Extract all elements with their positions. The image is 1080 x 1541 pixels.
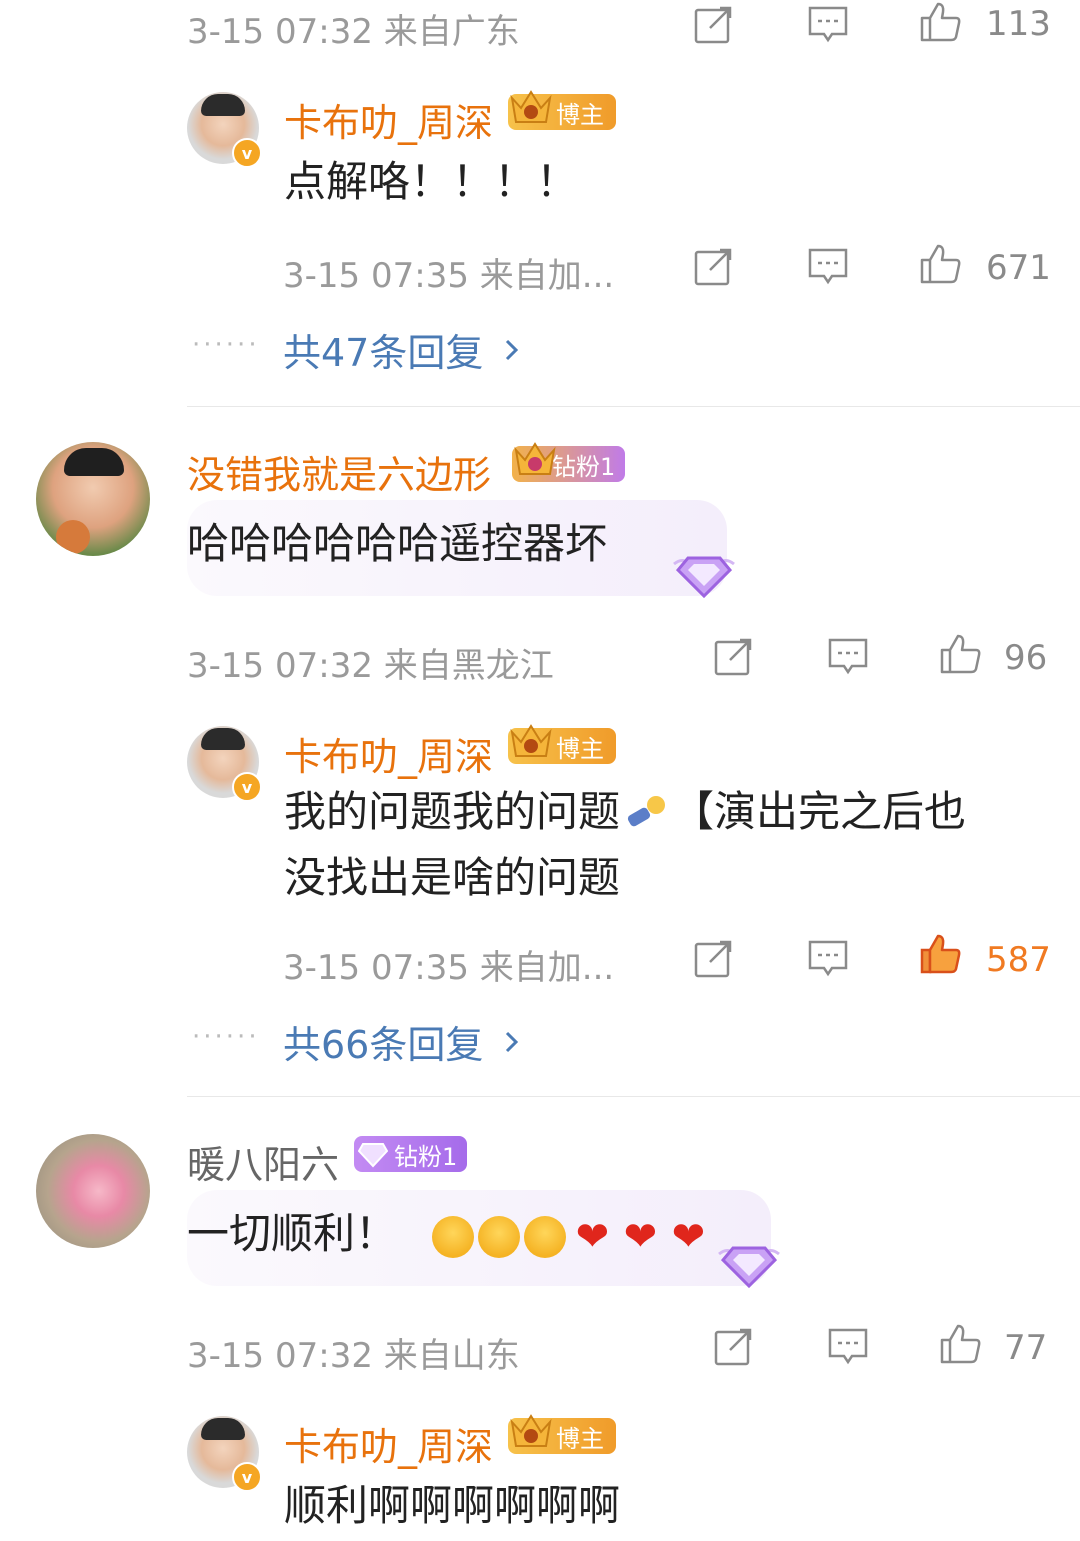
replies-count-label: 共47条回复 bbox=[283, 331, 484, 375]
comment-icon[interactable] bbox=[806, 936, 850, 980]
reply-text: 点解咯！！！！ bbox=[284, 157, 579, 206]
replies-count-label: 共66条回复 bbox=[283, 1023, 484, 1067]
verified-badge: v bbox=[232, 138, 262, 168]
comment-icon[interactable] bbox=[826, 1324, 870, 1368]
badge-label: 钻粉1 bbox=[394, 1142, 458, 1171]
like-count: 77 bbox=[1004, 1328, 1048, 1368]
reply-text-part: 我的问题我的问题 bbox=[284, 787, 621, 836]
crown-icon bbox=[510, 724, 552, 757]
blogger-badge: 博主 bbox=[508, 1414, 616, 1454]
username[interactable]: 卡布叻_周深 bbox=[284, 92, 493, 147]
laughing-crying-emoji-icon bbox=[478, 1215, 521, 1258]
divider bbox=[187, 1096, 1080, 1097]
like-icon[interactable] bbox=[938, 1322, 982, 1366]
avatar[interactable] bbox=[36, 442, 150, 556]
like-icon[interactable] bbox=[918, 242, 962, 286]
diamond-fan-badge: 钻粉1 bbox=[512, 442, 626, 482]
verified-badge: v bbox=[232, 772, 262, 802]
share-icon[interactable] bbox=[712, 1324, 756, 1368]
diamond-fan-badge: 钻粉1 bbox=[354, 1136, 468, 1172]
reply-text: 顺利啊啊啊啊啊啊 bbox=[284, 1481, 621, 1530]
view-replies-link[interactable]: 共47条回复 bbox=[283, 322, 527, 377]
share-icon[interactable] bbox=[712, 634, 756, 678]
like-count: 96 bbox=[1004, 638, 1048, 678]
verified-badge: v bbox=[232, 1462, 262, 1492]
heart-icon: ❤ bbox=[671, 1213, 706, 1260]
heart-icon: ❤ bbox=[623, 1213, 658, 1260]
avatar[interactable] bbox=[36, 1134, 150, 1248]
laughing-crying-emoji-icon bbox=[524, 1215, 567, 1258]
reply-text-part: 【演出完之后也 bbox=[672, 787, 967, 836]
view-replies-link[interactable]: 共66条回复 bbox=[283, 1014, 527, 1069]
crown-icon bbox=[510, 90, 552, 123]
crown-icon bbox=[514, 442, 556, 475]
heart-icon: ❤ bbox=[575, 1213, 610, 1260]
comment-text: 哈哈哈哈哈哈遥控器坏 bbox=[187, 519, 608, 568]
more-dots: ······ bbox=[192, 1022, 260, 1052]
blogger-badge: 博主 bbox=[508, 90, 616, 130]
blogger-badge: 博主 bbox=[508, 724, 616, 764]
comment-time: 3-15 07:32 来自山东 bbox=[187, 1336, 520, 1376]
badge-label: 博主 bbox=[556, 1424, 604, 1453]
diamond-icon bbox=[358, 1143, 388, 1168]
like-count: 113 bbox=[986, 4, 1051, 44]
emoji-icon bbox=[627, 795, 666, 826]
laughing-crying-emoji-icon bbox=[432, 1215, 475, 1258]
reply-time: 3-15 07:35 来自加... bbox=[283, 948, 615, 988]
reply-text-line: 没找出是啥的问题 bbox=[284, 853, 621, 902]
comment-time: 3-15 07:32 来自黑龙江 bbox=[187, 646, 554, 686]
like-count: 671 bbox=[986, 248, 1051, 288]
share-icon[interactable] bbox=[692, 2, 736, 46]
share-icon[interactable] bbox=[692, 936, 736, 980]
reply-text-line: 我的问题我的问题 【演出完之后也 bbox=[284, 780, 966, 844]
badge-label: 钻粉1 bbox=[552, 452, 616, 481]
comment-text-line: 一切顺利！ ❤ ❤ ❤ bbox=[187, 1202, 714, 1266]
crown-icon bbox=[510, 1414, 552, 1447]
divider bbox=[187, 406, 1080, 407]
like-icon[interactable] bbox=[918, 0, 962, 44]
chevron-right-icon bbox=[506, 1031, 519, 1052]
more-dots: ······ bbox=[192, 330, 260, 360]
username[interactable]: 没错我就是六边形 bbox=[187, 444, 491, 499]
comment-time: 3-15 07:32 来自广东 bbox=[187, 12, 520, 52]
like-icon[interactable] bbox=[938, 632, 982, 676]
comment-text: 一切顺利！ bbox=[187, 1209, 398, 1258]
comment-icon[interactable] bbox=[806, 244, 850, 288]
diamond-icon bbox=[673, 556, 735, 599]
diamond-icon bbox=[718, 1246, 780, 1289]
username[interactable]: 卡布叻_周深 bbox=[284, 726, 493, 781]
username[interactable]: 卡布叻_周深 bbox=[284, 1416, 493, 1471]
badge-label: 博主 bbox=[556, 100, 604, 129]
like-count: 587 bbox=[986, 940, 1051, 980]
chevron-right-icon bbox=[506, 339, 519, 360]
reply-time: 3-15 07:35 来自加... bbox=[283, 256, 615, 296]
username[interactable]: 暖八阳六 bbox=[187, 1134, 339, 1189]
badge-label: 博主 bbox=[556, 734, 604, 763]
comment-icon[interactable] bbox=[806, 2, 850, 46]
like-icon-active[interactable] bbox=[918, 932, 962, 976]
comment-icon[interactable] bbox=[826, 634, 870, 678]
share-icon[interactable] bbox=[692, 244, 736, 288]
